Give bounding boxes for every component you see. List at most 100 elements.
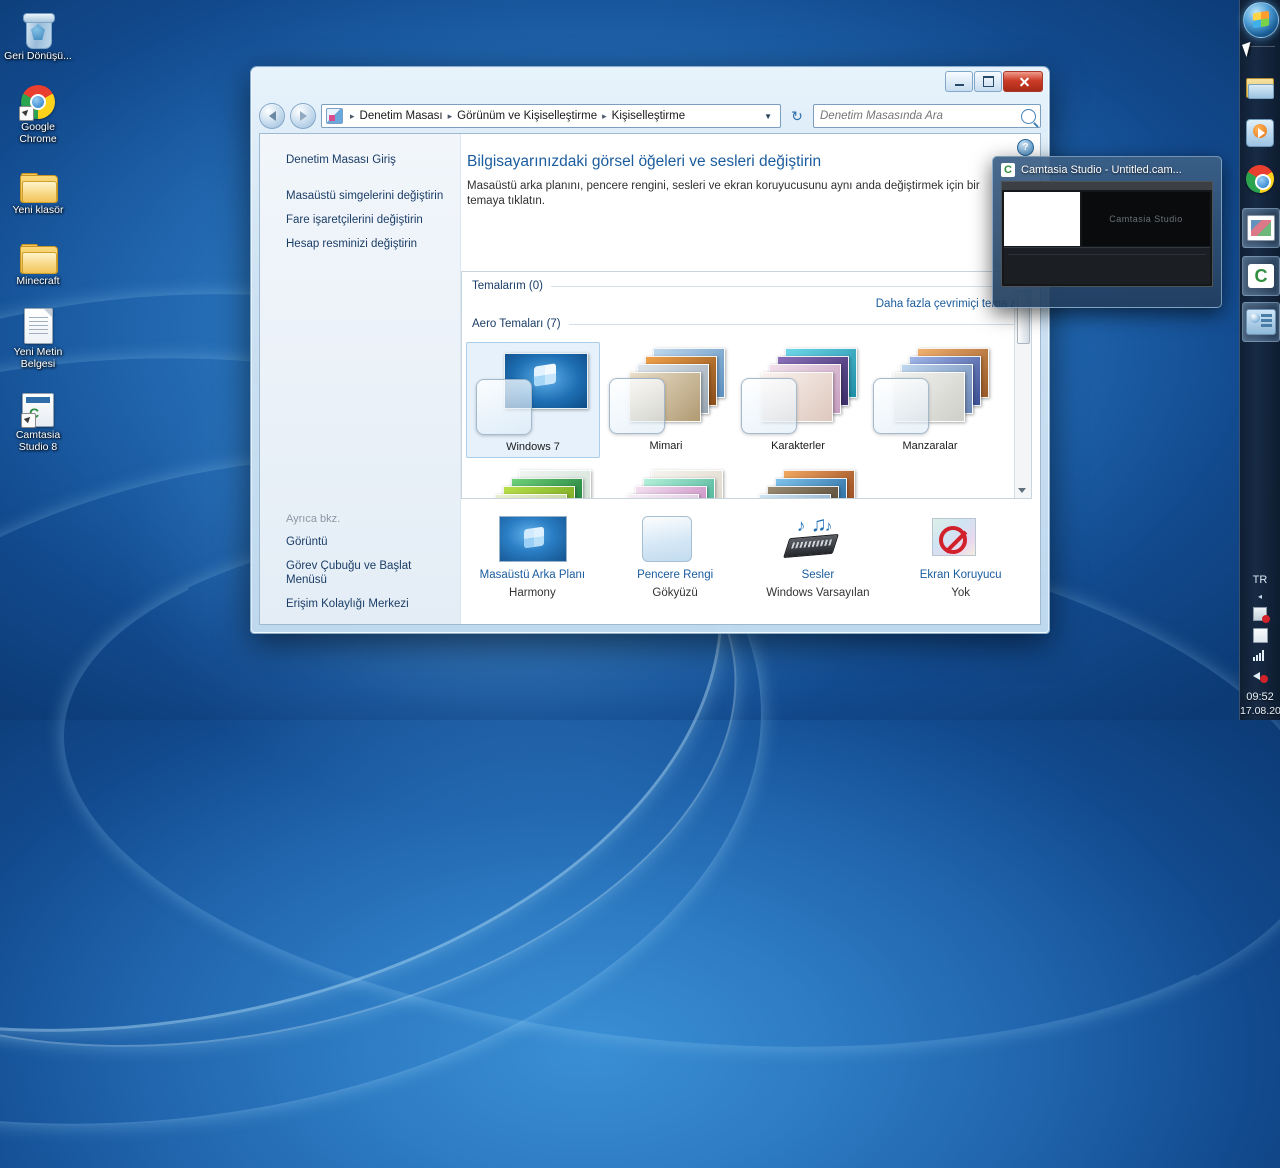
online-themes-link[interactable]: Daha fazla çevrimiçi tema a	[462, 292, 1031, 310]
control-panel-icon	[326, 108, 343, 124]
setting-window-color[interactable]: Pencere Rengi Gökyüzü	[604, 508, 747, 618]
language-indicator[interactable]: TR	[1240, 574, 1280, 586]
desktop-icon-minecraft[interactable]: Minecraft	[0, 229, 76, 287]
start-button[interactable]	[1243, 2, 1279, 38]
theme-thumbnail	[474, 349, 592, 437]
desktop-icon-label: Camtasia Studio 8	[15, 429, 61, 453]
window-body: Denetim Masası Giriş Masaüstü simgelerin…	[259, 133, 1041, 625]
setting-link[interactable]: Sesler	[802, 569, 835, 581]
themes-panel: Temalarım (0) Daha fazla çevrimiçi tema …	[461, 271, 1032, 499]
group-aero-themes: Aero Temaları (7)	[462, 310, 1031, 330]
desktop-icon-label: Geri Dönüşü...	[4, 50, 72, 62]
clock-time[interactable]: 09:52	[1240, 690, 1280, 704]
desktop-icon-list: Geri Dönüşü... Google Chrome Yeni klasör…	[0, 4, 76, 466]
text-document-icon	[0, 300, 76, 344]
taskbar: C TR ◂ 09:52 17.08.2014	[1239, 0, 1280, 720]
taskbar-item-control-panel[interactable]	[1242, 302, 1280, 342]
desktop-icon-google-chrome[interactable]: Google Chrome	[0, 75, 76, 145]
setting-screen-saver[interactable]: Ekran Koruyucu Yok	[889, 508, 1032, 618]
group-label: Aero Temaları (7)	[472, 318, 561, 330]
control-panel-icon	[1246, 309, 1276, 335]
desktop-icon-yeni-metin-belgesi[interactable]: Yeni Metin Belgesi	[0, 300, 76, 370]
setting-value: Windows Varsayılan	[766, 587, 870, 599]
page-subtitle: Masaüstü arka planını, pencere rengini, …	[467, 180, 980, 207]
action-center-icon[interactable]	[1252, 628, 1268, 643]
chrome-icon	[1246, 165, 1274, 193]
themes-row	[462, 464, 1015, 498]
sidebar-item-display[interactable]: Görüntü	[260, 530, 460, 554]
scroll-down-icon[interactable]	[1018, 488, 1026, 493]
forward-button[interactable]	[290, 103, 316, 129]
setting-desktop-background[interactable]: Masaüstü Arka Planı Harmony	[461, 508, 604, 618]
theme-item-nature[interactable]	[466, 464, 598, 498]
desktop-icon-label: Yeni Metin Belgesi	[13, 346, 63, 370]
wallpaper-icon	[499, 516, 568, 562]
search-box[interactable]	[813, 104, 1041, 128]
back-button[interactable]	[259, 103, 285, 129]
desktop-icon-label: Google Chrome	[19, 121, 57, 145]
window-titlebar[interactable]	[251, 67, 1049, 97]
minimize-button[interactable]	[945, 71, 973, 92]
preview-header: C Camtasia Studio - Untitled.cam...	[993, 157, 1221, 181]
theme-item-scenes[interactable]	[598, 464, 730, 498]
desktop-icon-recycle-bin[interactable]: Geri Dönüşü...	[0, 4, 76, 62]
desktop-icon-camtasia-studio-8[interactable]: C Camtasia Studio 8	[0, 383, 76, 453]
setting-link[interactable]: Pencere Rengi	[637, 569, 713, 581]
help-icon[interactable]: ?	[1017, 139, 1034, 156]
address-bar: ▸ Denetim Masası ▸ Görünüm ve Kişiselleş…	[259, 103, 1041, 129]
theme-thumbnail	[605, 470, 723, 498]
preview-logo-text: Camtasia Studio	[1109, 214, 1183, 224]
group-label: Temalarım (0)	[472, 280, 543, 292]
show-hidden-icons-button[interactable]: ◂	[1240, 592, 1280, 601]
action-center-flag-icon[interactable]	[1252, 607, 1268, 621]
maximize-button[interactable]	[974, 71, 1002, 92]
setting-link[interactable]: Masaüstü Arka Planı	[480, 569, 585, 581]
group-my-themes: Temalarım (0)	[462, 272, 1031, 292]
taskbar-item-google-chrome[interactable]	[1242, 160, 1278, 198]
taskbar-item-windows-explorer[interactable]	[1242, 68, 1278, 106]
chrome-icon	[0, 75, 76, 121]
window-color-icon	[642, 516, 708, 562]
breadcrumb-item-appearance[interactable]: Görünüm ve Kişiselleştirme	[456, 110, 598, 122]
close-button[interactable]	[1003, 71, 1043, 92]
theme-thumbnail	[871, 348, 989, 436]
folder-icon	[0, 229, 76, 274]
theme-item-characters[interactable]: Karakterler	[732, 342, 864, 458]
theme-item-scenery[interactable]	[730, 464, 862, 498]
desktop-icon-yeni-klasor[interactable]: Yeni klasör	[0, 158, 76, 216]
taskbar-thumbnail-preview[interactable]: C Camtasia Studio - Untitled.cam... Camt…	[992, 156, 1222, 308]
folder-icon	[1246, 76, 1274, 99]
sidebar-item-account-picture[interactable]: Hesap resminizi değiştirin	[260, 232, 460, 256]
taskbar-item-camtasia-studio[interactable]: C	[1242, 256, 1280, 296]
sidebar-item-ease-of-access[interactable]: Erişim Kolaylığı Merkezi	[260, 592, 460, 616]
theme-item-windows7[interactable]: Windows 7	[466, 342, 600, 458]
refresh-icon[interactable]: ↻	[786, 105, 808, 127]
page-title: Bilgisayarınızdaki görsel öğeleri ve ses…	[467, 153, 822, 170]
network-icon[interactable]	[1252, 649, 1268, 663]
theme-item-landscapes[interactable]: Manzaralar	[864, 342, 996, 458]
tray-icons	[1240, 605, 1280, 686]
theme-item-architecture[interactable]: Mimari	[600, 342, 732, 458]
chevron-down-icon[interactable]: ▼	[758, 112, 778, 121]
setting-sounds[interactable]: ♪ ♫ ♪ Sesler Windows Varsayılan	[747, 508, 890, 618]
theme-label: Mimari	[649, 440, 683, 452]
theme-thumbnail	[739, 348, 857, 436]
breadcrumb-item-personalization[interactable]: Kişiselleştirme	[611, 110, 687, 122]
sidebar-item-home[interactable]: Denetim Masası Giriş	[260, 148, 460, 172]
breadcrumb[interactable]: ▸ Denetim Masası ▸ Görünüm ve Kişiselleş…	[321, 104, 781, 128]
desktop-icon-label: Yeni klasör	[12, 204, 64, 216]
taskbar-item-paint[interactable]	[1242, 208, 1280, 248]
sidebar-item-desktop-icons[interactable]: Masaüstü simgelerini değiştirin	[260, 184, 460, 208]
camtasia-icon: C	[1001, 163, 1015, 177]
setting-value: Harmony	[509, 587, 556, 599]
preview-thumbnail[interactable]: Camtasia Studio	[1001, 181, 1213, 287]
search-input[interactable]	[818, 109, 1021, 123]
sidebar-item-taskbar-start-menu[interactable]: Görev Çubuğu ve Başlat Menüsü	[260, 554, 460, 592]
setting-link[interactable]: Ekran Koruyucu	[920, 569, 1002, 581]
theme-label: Karakterler	[771, 440, 825, 452]
clock-date[interactable]: 17.08.2014	[1240, 704, 1280, 718]
sidebar-item-mouse-pointers[interactable]: Fare işaretçilerini değiştirin	[260, 208, 460, 232]
breadcrumb-item-control-panel[interactable]: Denetim Masası	[359, 110, 444, 122]
taskbar-item-windows-media-player[interactable]	[1242, 114, 1278, 152]
volume-muted-icon[interactable]	[1252, 670, 1268, 684]
